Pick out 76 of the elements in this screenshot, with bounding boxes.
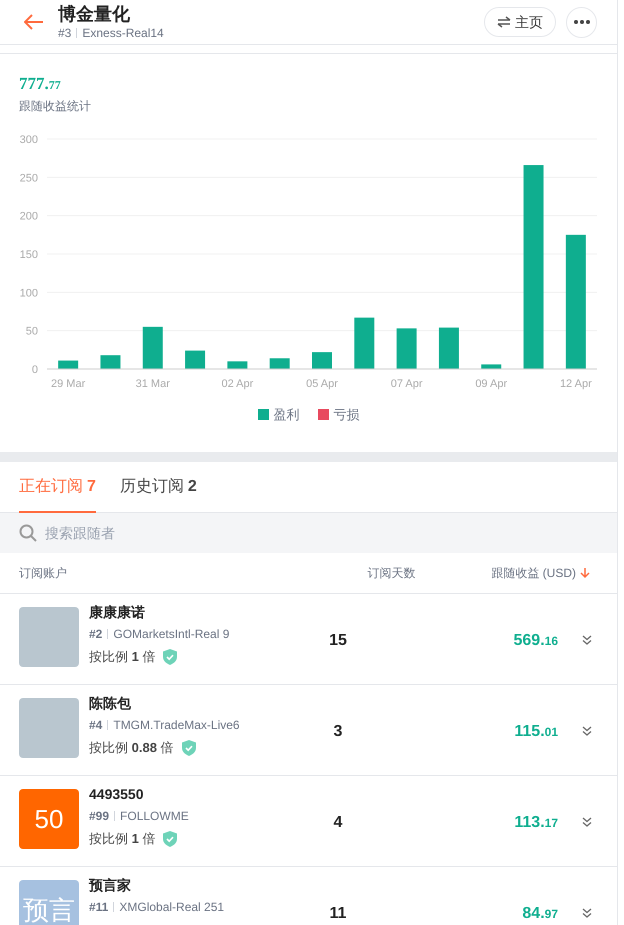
profit-stats-label: 跟随收益统计 (18, 98, 92, 115)
follower-name: 康康康诺 (89, 603, 145, 621)
page-title: 博金量化 (58, 3, 131, 25)
axis-tick-label: 50 (26, 326, 38, 338)
photo-placeholder (19, 698, 79, 758)
legend-label: 盈利 (274, 406, 300, 424)
rank-label: #2 (89, 626, 102, 643)
avatar: 预言 (19, 880, 79, 925)
axis-tick-label: 0 (32, 364, 38, 376)
chart-bar (396, 328, 417, 369)
account-label: XMGlobal-Real 251 (119, 899, 224, 916)
swap-icon (497, 16, 511, 28)
expand-icon[interactable] (580, 906, 594, 920)
axis-tick-label: 07 Apr (390, 378, 423, 390)
chart-bar (185, 350, 206, 369)
account-label: FOLLOWME (120, 808, 189, 825)
axis-tick-label: 02 Apr (221, 378, 254, 390)
column-header: 订阅账户 (19, 565, 68, 582)
follower-name: 预言家 (89, 876, 131, 894)
axis-tick-label: 150 (20, 249, 38, 261)
chart-bar (227, 361, 248, 369)
axis-tick-label: 05 Apr (306, 378, 338, 390)
rank-label: #11 (89, 899, 108, 916)
subscription-days: 4 (298, 811, 378, 835)
photo-placeholder (19, 607, 79, 667)
follower-name: 4493550 (89, 785, 144, 803)
chart-bar (354, 318, 374, 369)
subscription-days: 11 (298, 902, 378, 925)
follow-profit: 113.17 (513, 813, 558, 833)
follow-profit: 115.01 (513, 722, 558, 742)
axis-tick-label: 31 Mar (136, 378, 170, 390)
rank-label: #99 (89, 808, 110, 825)
follow-profit: 569.16 (512, 631, 558, 651)
axis-tick-label: 09 Apr (475, 378, 508, 390)
more-button[interactable] (566, 6, 597, 38)
search-field[interactable]: 搜索跟随者 (0, 513, 617, 553)
chart-bar (481, 364, 502, 369)
axis-tick-label: 200 (20, 210, 38, 223)
chart-bar (100, 355, 120, 369)
rank-label: #3 (58, 25, 72, 41)
legend-label: 亏损 (334, 406, 360, 424)
expand-icon[interactable] (580, 633, 594, 647)
chart-bar (270, 358, 290, 369)
shield-check-icon (163, 830, 178, 847)
more-icon (574, 20, 590, 24)
tab[interactable]: 历史订阅 2 (120, 462, 197, 513)
sort-arrow-icon (580, 567, 590, 579)
shield-check-icon (182, 740, 196, 756)
chart-bar (312, 352, 332, 369)
home-button[interactable]: 主页 (484, 7, 556, 37)
axis-tick-label: 100 (20, 287, 38, 300)
follower-name: 陈陈包 (89, 694, 131, 712)
chart-bar (142, 326, 163, 369)
copy-ratio: 按比例 1 倍 (89, 830, 156, 848)
shield-check-icon (163, 648, 178, 665)
account-label: GOMarketsIntl-Real 9 (113, 626, 230, 643)
axis-tick-label: 250 (20, 172, 38, 184)
account-label: Exness-Real14 (82, 25, 164, 41)
copy-ratio: 按比例 0.88 倍 (89, 739, 174, 757)
follow-profit: 84.97 (521, 904, 558, 924)
avatar: 50 (19, 789, 79, 849)
chart-bar (438, 328, 459, 369)
axis-tick-label: 300 (20, 134, 38, 146)
total-profit: 777.77 (18, 74, 62, 95)
sort-column-header[interactable]: 跟随收益 (USD) (491, 564, 590, 582)
axis-tick-label: 29 Mar (51, 378, 86, 390)
subscription-days: 3 (298, 720, 378, 744)
axis-tick-label: 12 Apr (560, 378, 592, 390)
rank-label: #4 (89, 717, 102, 734)
subscription-days: 15 (298, 629, 378, 653)
search-icon (19, 524, 37, 542)
account-label: TMGM.TradeMax-Live6 (113, 717, 240, 734)
copy-ratio: 按比例 1 倍 (89, 648, 156, 666)
column-header: 订阅天数 (366, 565, 416, 582)
expand-icon[interactable] (580, 815, 594, 829)
expand-icon[interactable] (580, 724, 594, 738)
